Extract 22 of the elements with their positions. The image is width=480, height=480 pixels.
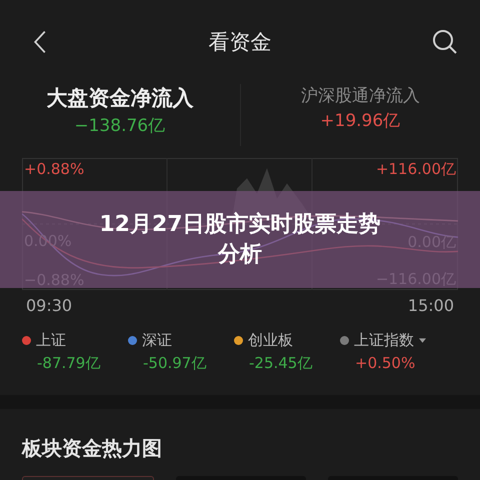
dropdown-icon[interactable] (419, 338, 426, 343)
flow-label[interactable]: 沪深股通净流入 (300, 84, 420, 107)
legend-name: 深证 (142, 331, 172, 350)
axis-label: +116.00亿 (376, 160, 456, 179)
legend-value: +0.50% (354, 354, 416, 372)
time-label: 15:00 (408, 296, 454, 315)
legend-value: -87.79亿 (36, 354, 102, 373)
time-label: 09:30 (26, 296, 72, 315)
search-icon[interactable] (432, 29, 458, 55)
page-title: 看资金 (208, 29, 272, 56)
banner-title: 12月27日股市实时股票走势分析 (98, 210, 382, 268)
legend-name: 上证指数 (354, 331, 414, 350)
legend-value: -50.97亿 (142, 354, 208, 373)
axis-label: +0.88% (24, 160, 84, 178)
legend-name: 上证 (36, 331, 66, 350)
legend-value: -25.45亿 (248, 354, 314, 373)
legend-name: 创业板 (248, 331, 293, 350)
section-title: 板块资金热力图 (22, 435, 163, 462)
flow-value: −138.76亿 (74, 115, 166, 137)
flow-label[interactable]: 大盘资金净流入 (46, 84, 194, 112)
flow-value: +19.96亿 (320, 110, 400, 132)
back-icon[interactable] (32, 29, 48, 55)
